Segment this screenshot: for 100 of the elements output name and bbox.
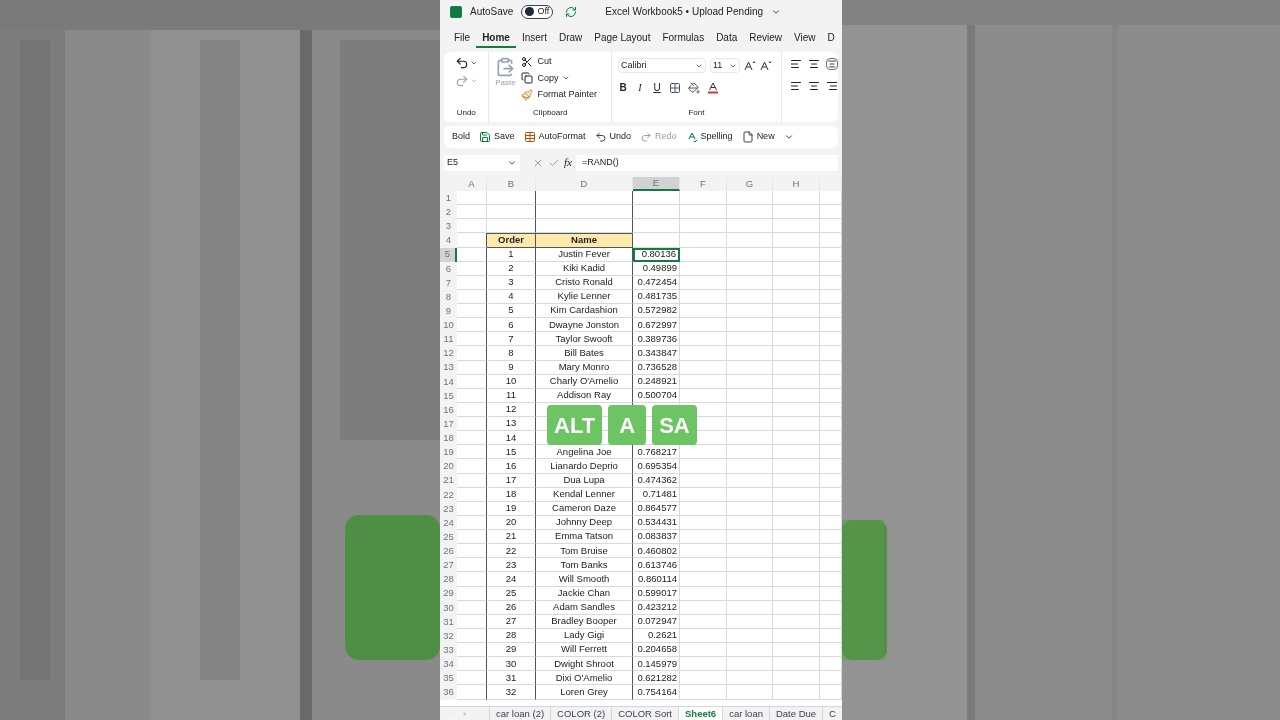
fill-color-icon[interactable]: [688, 81, 700, 94]
sheet-tab[interactable]: COLOR (2): [550, 707, 612, 720]
sheet-cell: [457, 558, 487, 573]
align-left-icon[interactable]: [790, 80, 802, 92]
row-header[interactable]: 27: [440, 558, 457, 573]
menu-tab[interactable]: Home: [476, 30, 516, 48]
paste-button[interactable]: Paste: [493, 55, 518, 102]
row-header[interactable]: 17: [440, 417, 457, 432]
toolbar-button[interactable]: New: [741, 130, 775, 144]
row-header[interactable]: 35: [440, 671, 457, 686]
row-header[interactable]: 36: [440, 685, 457, 700]
align-top-icon[interactable]: [790, 58, 802, 70]
align-bottom-icon[interactable]: [826, 58, 838, 70]
row-header[interactable]: 18: [440, 431, 457, 446]
row-header[interactable]: 12: [440, 346, 457, 361]
caret-icon[interactable]: [469, 59, 478, 67]
column-header[interactable]: G: [727, 177, 773, 191]
column-header[interactable]: F: [680, 177, 727, 191]
toolbar-button[interactable]: AutoFormat: [523, 130, 586, 144]
underline-button[interactable]: U: [652, 80, 662, 95]
sheet-cell: [773, 600, 820, 615]
table-cell: Tom Banks: [536, 558, 633, 573]
font-name-field[interactable]: Calibri: [618, 58, 706, 73]
menu-tab[interactable]: D: [821, 30, 841, 48]
format-painter-button[interactable]: Format Painter: [521, 88, 597, 102]
table-cell: 0.474362: [633, 473, 680, 488]
sheet-cell: [773, 445, 820, 460]
sheet-cell: [773, 685, 820, 700]
column-header[interactable]: E: [633, 177, 680, 191]
row-header[interactable]: 19: [440, 445, 457, 460]
row-header[interactable]: 9: [440, 304, 457, 319]
menu-tab[interactable]: Page Layout: [588, 30, 657, 48]
toolbar-button[interactable]: Bold: [452, 130, 470, 144]
column-header[interactable]: B: [487, 177, 536, 191]
row-header[interactable]: 26: [440, 544, 457, 559]
row-header[interactable]: 20: [440, 459, 457, 474]
name-box[interactable]: E5: [444, 154, 520, 171]
toolbar-button[interactable]: Undo: [594, 130, 632, 144]
font-size-field[interactable]: 11: [710, 58, 740, 73]
cut-button[interactable]: Cut: [521, 55, 597, 69]
row-header[interactable]: 4: [440, 233, 457, 248]
table-cell: Addison Ray: [536, 388, 633, 403]
sheet-tab[interactable]: Date Due: [768, 707, 823, 720]
row-header[interactable]: 10: [440, 318, 457, 333]
table-cell: 23: [487, 558, 536, 573]
sheet-cell: [773, 459, 820, 474]
menu-tab[interactable]: Data: [710, 30, 744, 48]
sheet-tab[interactable]: car loan (2): [489, 707, 551, 720]
sheet-tab[interactable]: C: [822, 707, 842, 720]
menu-tab[interactable]: Formulas: [656, 30, 711, 48]
table-cell: [633, 219, 680, 234]
menu-tab[interactable]: Review: [743, 30, 789, 48]
row-header[interactable]: 28: [440, 572, 457, 587]
table-cell: Mary Monro: [536, 360, 633, 375]
caret-icon[interactable]: [783, 132, 794, 142]
sheet-tab[interactable]: Sheet6: [678, 707, 723, 720]
row-header[interactable]: 25: [440, 530, 457, 545]
table-cell: 0.472454: [633, 275, 680, 290]
font-color-icon[interactable]: [707, 81, 719, 94]
table-cell: Charly O'Amelio: [536, 374, 633, 389]
table-cell: 0.343847: [633, 346, 680, 361]
align-center-icon[interactable]: [808, 80, 820, 92]
sheet-cell: [457, 247, 487, 262]
copy-button[interactable]: Copy: [521, 71, 597, 85]
sync-icon[interactable]: [565, 5, 578, 18]
sheet-cell: [773, 247, 820, 262]
sheet-tab[interactable]: car loan: [722, 707, 769, 720]
align-right-icon[interactable]: [826, 80, 838, 92]
table-cell: 2: [487, 261, 536, 276]
row-header[interactable]: 1: [440, 191, 457, 206]
menu-tab[interactable]: Draw: [552, 30, 589, 48]
table-cell: 0.695354: [633, 459, 680, 474]
table-cell: 29: [487, 643, 536, 658]
borders-icon[interactable]: [669, 81, 681, 94]
formula-field[interactable]: =RAND(): [575, 154, 838, 171]
menu-tab[interactable]: Insert: [515, 30, 553, 48]
sheet-cell: [680, 346, 727, 361]
row-header[interactable]: 3: [440, 219, 457, 234]
row-header[interactable]: 34: [440, 657, 457, 672]
bold-format-button[interactable]: B: [618, 80, 628, 95]
grow-font-icon[interactable]: [744, 60, 756, 71]
toolbar-button[interactable]: Spelling: [685, 130, 733, 144]
sheet-cell: [680, 628, 727, 643]
menu-tab[interactable]: View: [788, 30, 822, 48]
row-header[interactable]: 33: [440, 643, 457, 658]
autosave-toggle[interactable]: Off: [521, 4, 554, 19]
menu-tab[interactable]: File: [448, 30, 477, 48]
row-header[interactable]: 2: [440, 205, 457, 220]
column-header[interactable]: H: [773, 177, 820, 191]
toolbar-button[interactable]: Save: [479, 130, 515, 144]
column-header[interactable]: A: [457, 177, 487, 191]
row-header[interactable]: 11: [440, 332, 457, 347]
undo-icon[interactable]: [454, 56, 469, 70]
table-cell: Jackie Chan: [536, 586, 633, 601]
shrink-font-icon[interactable]: [760, 60, 772, 71]
table-cell: 0.145979: [633, 657, 680, 672]
align-middle-icon[interactable]: [808, 58, 820, 70]
italic-button[interactable]: I: [635, 80, 645, 95]
insert-function-label[interactable]: fx: [564, 154, 572, 171]
document-title[interactable]: Excel Workbook5 • Upload Pending: [605, 4, 764, 19]
